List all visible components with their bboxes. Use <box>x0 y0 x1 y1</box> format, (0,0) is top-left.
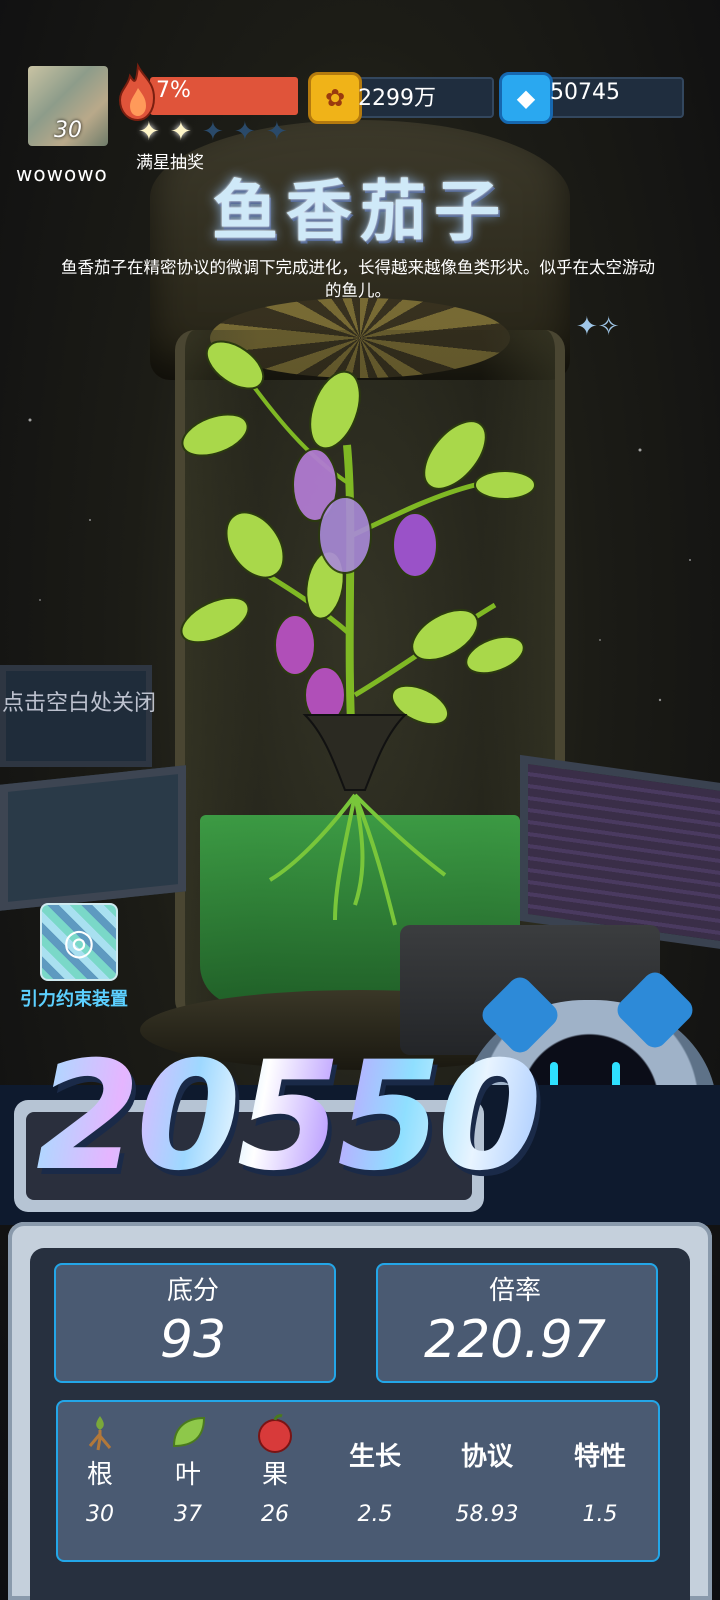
attr-fruit-label: 果 <box>261 1460 288 1490</box>
plant-description: 鱼香茄子在精密协议的微调下完成进化，长得越来越像鱼类形状。似乎在太空游动的鱼儿。 <box>61 258 655 300</box>
flame-icon <box>118 62 156 122</box>
attr-growth-label: 生长 <box>348 1442 401 1472</box>
gold-amount: 2299万 <box>358 86 436 111</box>
player-level: 30 <box>54 118 82 143</box>
star-empty-icon: ✦ <box>202 117 224 147</box>
gem-amount: 50745 <box>550 80 620 105</box>
star-empty-icon: ✦ <box>234 117 256 147</box>
base-score-label: 底分 <box>166 1276 219 1306</box>
blue-gem-icon: ◆ <box>499 72 553 124</box>
attr-growth-value: 2.5 <box>357 1502 393 1527</box>
star-progress-text: 7% <box>156 78 191 103</box>
attr-trait-value: 1.5 <box>582 1502 618 1527</box>
attr-protocol-label: 协议 <box>460 1442 513 1472</box>
orbit-icon[interactable]: ◎ <box>40 903 118 981</box>
attr-fruit-value: 26 <box>261 1502 289 1527</box>
plant-name-title: 鱼香茄子 <box>212 172 508 250</box>
multiplier-label: 倍率 <box>488 1276 541 1306</box>
attr-protocol-value: 58.93 <box>455 1502 519 1527</box>
star-empty-icon: ✦ <box>266 117 288 147</box>
attr-trait-label: 特性 <box>573 1442 626 1472</box>
gravity-device-label[interactable]: 引力约束装置 <box>20 985 128 1011</box>
monitor-left <box>0 765 186 911</box>
gold-coin-icon: ✿ <box>308 72 362 124</box>
tap-to-close-hint[interactable]: 点击空白处关闭 <box>2 685 156 717</box>
star-filled-icon: ✦ <box>138 117 160 147</box>
total-score: 20550 <box>36 1030 542 1204</box>
multiplier-value: 220.97 <box>424 1310 606 1370</box>
star-filled-icon: ✦ <box>170 117 192 147</box>
base-score-value: 93 <box>159 1310 227 1370</box>
eggplant-fish-plant <box>180 340 536 926</box>
sparkle-icon: ✦✧ <box>576 312 620 342</box>
